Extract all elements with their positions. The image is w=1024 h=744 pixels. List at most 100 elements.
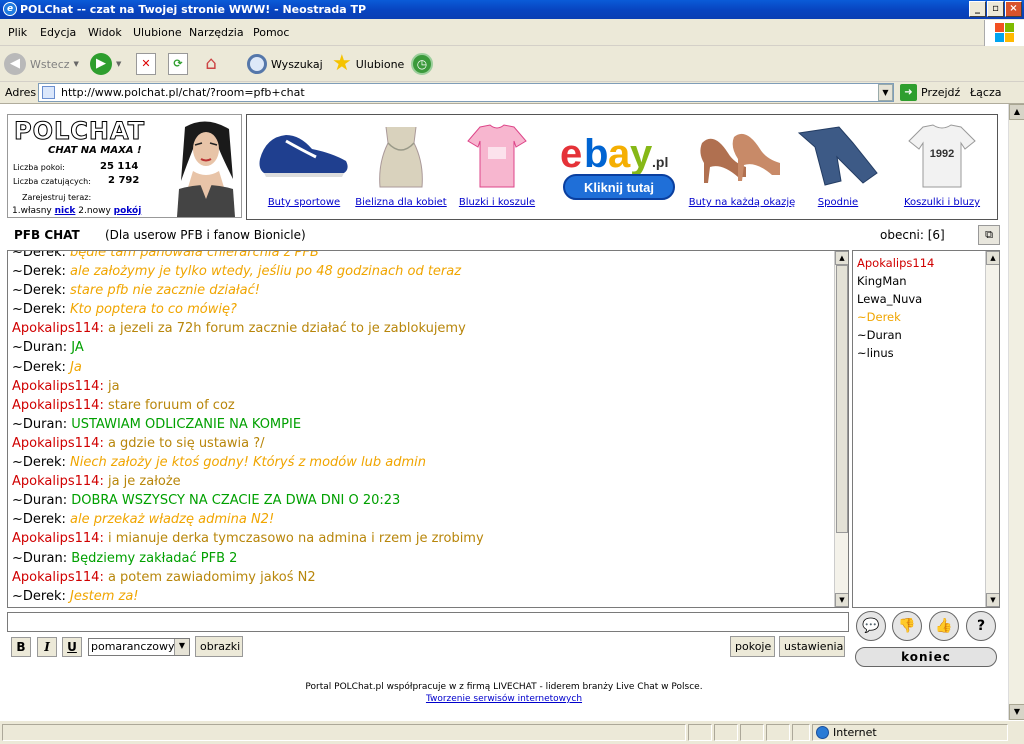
message-text: ja [107,378,120,394]
home-button[interactable]: ⌂ [199,50,223,78]
go-button[interactable]: ➜ Przejdź [900,84,960,101]
quit-button[interactable]: koniec [855,647,997,667]
user-list-item[interactable]: ~Duran [857,326,934,344]
rooms-button[interactable]: pokoje [730,636,775,657]
menu-widok[interactable]: Widok [88,26,122,39]
scroll-up-arrow-icon[interactable]: ▲ [1009,104,1024,120]
page-scrollbar[interactable]: ▲ ▼ [1008,104,1024,720]
ad-heels[interactable]: Buty na każdą okazję [687,115,797,219]
register-room-link[interactable]: pokój [114,206,142,216]
thumbs-down-icon[interactable]: 👎 [892,611,922,641]
ad-ebay-logo[interactable]: e b a y .pl Kliknij tutaj [549,115,685,219]
scroll-down-arrow-icon[interactable]: ▼ [1009,704,1024,720]
message-nick: Apokalips114 [12,569,100,585]
underline-button[interactable]: U [62,637,82,657]
register-nick-link[interactable]: nick [55,206,76,216]
menu-ulubione[interactable]: Ulubione [133,26,182,39]
favorites-button[interactable]: ★ Ulubione [332,50,404,78]
minimize-button[interactable]: _ [969,1,986,17]
chat-scrollbar[interactable]: ▲ ▼ [834,251,848,607]
ad-label[interactable]: Buty na każdą okazję [687,197,797,208]
history-icon: ◷ [411,53,433,75]
chevron-down-icon: ▼ [174,639,189,655]
scroll-down-arrow-icon[interactable]: ▼ [986,593,999,607]
color-select[interactable]: pomaranczowy ▼ [88,638,190,656]
message-input[interactable] [7,612,849,632]
message-nick: Apokalips114 [12,397,100,413]
menu-edycja[interactable]: Edycja [40,26,76,39]
back-button[interactable]: ◀ Wstecz ▼ [4,50,79,78]
user-list-item[interactable]: ~linus [857,344,934,362]
chat-message: ~Derek: będie tam panowała chierarchia z… [12,251,832,262]
chat-bubble-icon[interactable]: 💬 [856,611,886,641]
chat-message: ~Derek: ale przekaż władzę admina N2! [12,512,275,528]
scroll-down-arrow-icon[interactable]: ▼ [835,593,848,607]
chat-messages-list: ~Derek: będie tam panowała chierarchia z… [12,251,832,606]
user-list-item[interactable]: Apokalips114 [857,254,934,272]
images-button[interactable]: obrazki [195,636,243,657]
user-list-item[interactable]: KingMan [857,272,934,290]
ad-label[interactable]: Bluzki i koszule [451,197,543,208]
message-nick: ~Derek [12,588,62,604]
stop-button[interactable]: ✕ [136,50,156,78]
menu-bar: Plik Edycja Widok Ulubione Narzędzia Pom… [0,19,1024,46]
users-panel: Apokalips114 KingMan Lewa_Nuva ~Derek ~Duran… [852,250,1000,608]
links-button[interactable]: Łącza [970,86,1002,99]
address-input[interactable]: http://www.polchat.pl/chat/?room=pfb+cha… [38,83,894,102]
thumbs-up-icon[interactable]: 👍 [929,611,959,641]
menu-narzedzia[interactable]: Narzędzia [189,26,244,39]
user-list-item[interactable]: ~Derek [857,308,934,326]
refresh-button[interactable]: ⟳ [168,50,188,78]
users-scrollbar[interactable]: ▲ ▼ [985,251,999,607]
ad-label[interactable]: Buty sportowe [249,197,359,208]
ad-label[interactable]: Spodnie [787,197,889,208]
mascot-woman-image [177,121,235,217]
maximize-button[interactable]: ▫ [987,1,1004,17]
chat-message: ~Duran: Będziemy zakładać PFB 2 [12,550,238,566]
ad-label[interactable]: Koszulki i bluzy [887,197,997,208]
scroll-up-arrow-icon[interactable]: ▲ [986,251,999,265]
history-button[interactable]: ◷ [411,50,433,78]
ad-trousers[interactable]: Spodnie [787,115,889,219]
ad-label[interactable]: Bielizna dla kobiet [355,197,447,208]
status-text [2,724,686,741]
users-online-count: obecni: [6] [880,228,945,242]
close-button[interactable]: × [1005,1,1022,17]
star-icon: ★ [332,51,352,76]
ebay-suffix: .pl [652,154,668,170]
ebay-click-button[interactable]: Kliknij tutaj [584,180,654,195]
message-text: ale przekaż władzę admina N2! [70,512,275,528]
chat-message: Apokalips114: ja [12,378,120,394]
svg-text:e: e [560,132,582,176]
ad-blouses[interactable]: Bluzki i koszule [451,115,543,219]
search-icon [247,54,267,74]
rooms-count-label: Liczba pokoi: [13,163,65,172]
search-button[interactable]: Wyszukaj [247,50,323,78]
italic-button[interactable]: I [37,637,57,657]
popup-window-button[interactable]: ⧉ [978,225,1000,245]
scroll-up-arrow-icon[interactable]: ▲ [835,251,848,265]
address-dropdown-button[interactable]: ▼ [878,84,893,101]
rooms-count-value: 25 114 [100,161,139,172]
svg-text:b: b [584,132,608,176]
help-button[interactable]: ? [966,611,996,641]
message-text: a potem zawiadomimy jakoś N2 [107,569,316,585]
browser-window: e POLChat -- czat na Twojej stronie WWW!… [0,0,1024,744]
message-nick: ~Duran [12,416,63,432]
chat-messages-panel[interactable]: ~Derek: będie tam panowała chierarchia z… [7,250,849,608]
menu-plik[interactable]: Plik [8,26,27,39]
ad-lingerie[interactable]: Bielizna dla kobiet [355,115,447,219]
menu-pomoc[interactable]: Pomoc [253,26,289,39]
ad-sport-shoes[interactable]: Buty sportowe [249,115,359,219]
message-nick: ~Derek [12,264,62,280]
forward-button[interactable]: ▶ ▼ [90,50,121,78]
footer-link[interactable]: Tworzenie serwisów internetowych [0,694,1008,704]
footer-text: Portal POLChat.pl współpracuje w z firmą… [305,682,703,692]
ebay-logo-image: e b a y .pl Kliknij tutaj [560,132,675,200]
bold-button[interactable]: B [11,637,31,657]
ad-tshirts[interactable]: 1992 Koszulki i bluzy [887,115,997,219]
user-list-item[interactable]: Lewa_Nuva [857,290,934,308]
ebay-ad-banner[interactable]: Buty sportowe Bielizna dla kobiet Bluzki… [246,114,998,220]
settings-button[interactable]: ustawienia [779,636,845,657]
scroll-thumb[interactable] [836,265,848,533]
